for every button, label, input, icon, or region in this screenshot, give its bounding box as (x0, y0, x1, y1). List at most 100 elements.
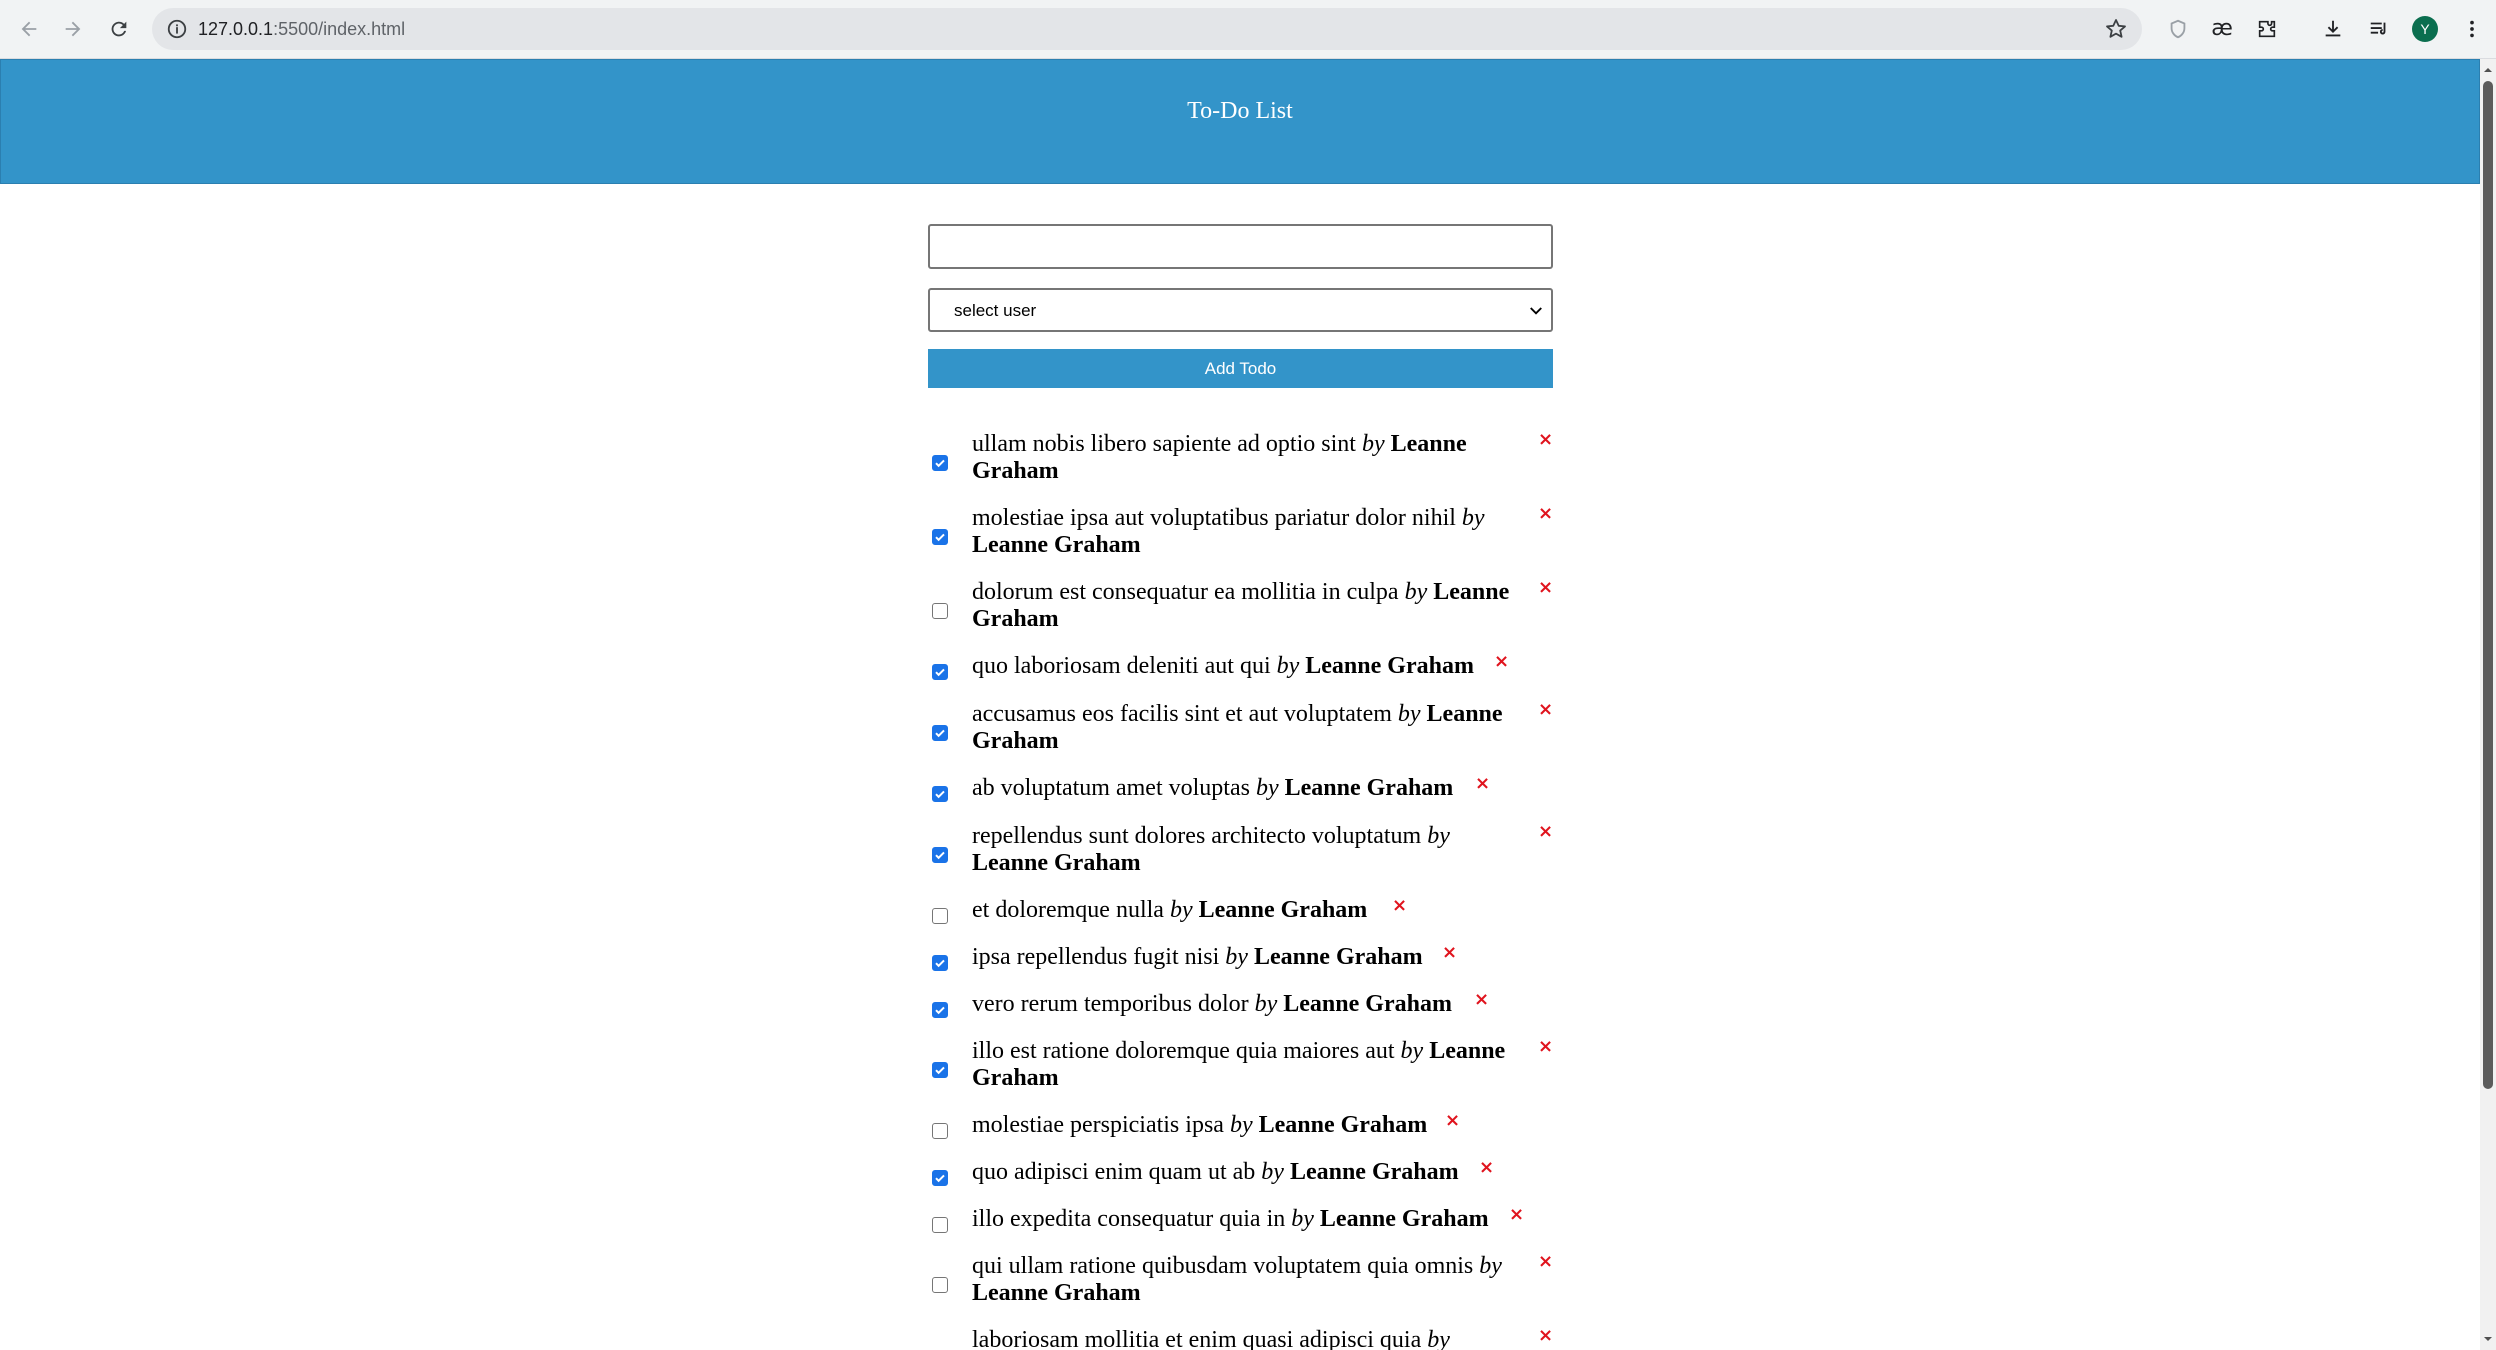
checkmark-icon (935, 1006, 945, 1015)
todo-complete-checkbox[interactable] (932, 1277, 948, 1293)
todo-by-label: by (1225, 944, 1248, 970)
delete-todo-icon[interactable]: × (1474, 990, 1489, 1010)
back-arrow-icon (21, 21, 37, 37)
delete-todo-icon[interactable]: × (1442, 943, 1457, 963)
checkmark-icon (935, 1174, 945, 1183)
todo-title: vero rerum temporibus dolor (972, 991, 1249, 1017)
delete-todo-icon[interactable]: × (1475, 774, 1490, 794)
todo-user-name: Leanne Graham (972, 850, 1141, 876)
todo-by-label: by (1169, 897, 1193, 923)
todo-complete-checkbox[interactable] (932, 529, 948, 545)
chevron-down-icon (1530, 307, 1542, 315)
bookmark-star-icon[interactable] (2104, 17, 2128, 41)
delete-todo-icon[interactable]: × (1538, 504, 1553, 524)
todo-complete-checkbox[interactable] (932, 1217, 948, 1233)
download-icon[interactable] (2318, 14, 2348, 44)
todo-by-label: by (1404, 579, 1428, 605)
todo-by-label: by (1427, 823, 1450, 849)
todo-complete-checkbox[interactable] (932, 1002, 948, 1018)
delete-todo-icon[interactable]: × (1445, 1111, 1460, 1131)
todo-complete-checkbox[interactable] (932, 664, 948, 680)
todo-complete-checkbox[interactable] (932, 1062, 948, 1078)
todo-by-label: by (1261, 1159, 1284, 1185)
todo-by-label: by (1479, 1253, 1502, 1279)
todo-user-name: Leanne Graham (1305, 653, 1474, 679)
todo-by-label: by (1427, 1327, 1450, 1350)
todo-text: laboriosam mollitia et enim quasi adipis… (972, 1327, 1512, 1350)
todo-item: quo laboriosam deleniti aut qui by Leann… (928, 652, 1553, 685)
address-bar[interactable]: 127.0.0.1:5500/index.html (152, 8, 2142, 50)
todo-complete-checkbox[interactable] (932, 847, 948, 863)
todo-title: laboriosam mollitia et enim quasi adipis… (972, 1327, 1422, 1350)
ae-extension-icon[interactable]: æ (2207, 14, 2237, 44)
delete-todo-icon[interactable]: × (1509, 1205, 1524, 1225)
delete-todo-icon[interactable]: × (1538, 1037, 1553, 1057)
delete-todo-icon[interactable]: × (1494, 652, 1509, 672)
todo-title: et doloremque nulla (972, 897, 1164, 923)
scroll-down-arrow-icon[interactable] (2483, 1334, 2493, 1344)
todo-complete-checkbox[interactable] (932, 955, 948, 971)
url-text[interactable]: 127.0.0.1:5500/index.html (198, 17, 405, 41)
page-scrollbar[interactable] (2480, 59, 2496, 1350)
browser-menu-icon[interactable] (2457, 14, 2487, 44)
todo-title: accusamus eos facilis sint et aut volupt… (972, 701, 1392, 727)
todo-item: repellendus sunt dolores architecto volu… (928, 822, 1553, 882)
todo-title: illo est ratione doloremque quia maiores… (972, 1038, 1395, 1064)
todo-complete-checkbox[interactable] (932, 1170, 948, 1186)
page-title: To-Do List (1187, 98, 1293, 124)
todo-item: molestiae perspiciatis ipsa by Leanne Gr… (928, 1111, 1553, 1144)
todo-item: qui ullam ratione quibusdam voluptatem q… (928, 1252, 1553, 1312)
delete-todo-icon[interactable]: × (1538, 822, 1553, 842)
delete-todo-icon[interactable]: × (1538, 1326, 1553, 1346)
forward-button[interactable] (58, 14, 88, 44)
reload-button[interactable] (104, 14, 134, 44)
scrollbar-thumb[interactable] (2483, 81, 2493, 1089)
todo-title: repellendus sunt dolores architecto volu… (972, 823, 1422, 849)
todo-user-name: Leanne Graham (1319, 1206, 1489, 1232)
todo-by-label: by (1276, 653, 1300, 679)
add-todo-button[interactable]: Add Todo (928, 349, 1553, 388)
todo-complete-checkbox[interactable] (932, 455, 948, 471)
todo-complete-checkbox[interactable] (932, 603, 948, 619)
todo-user-name: Leanne Graham (1198, 897, 1368, 923)
delete-todo-icon[interactable]: × (1538, 578, 1553, 598)
media-queue-icon[interactable] (2364, 14, 2394, 44)
site-info-icon[interactable] (166, 18, 188, 40)
shield-extension-icon[interactable] (2163, 14, 2193, 44)
todo-user-name: Leanne Graham (1258, 1112, 1428, 1138)
todo-complete-checkbox[interactable] (932, 1123, 948, 1139)
reload-icon (111, 21, 127, 37)
todo-title: quo laboriosam deleniti aut qui (972, 653, 1271, 679)
todo-complete-checkbox[interactable] (932, 725, 948, 741)
scroll-up-arrow-icon[interactable] (2483, 65, 2493, 75)
todo-user-name: Leanne Graham (1284, 775, 1454, 801)
todo-title: molestiae perspiciatis ipsa (972, 1112, 1224, 1138)
checkmark-icon (935, 790, 945, 799)
todo-title: illo expedita consequatur quia in (972, 1206, 1286, 1232)
todo-item: molestiae ipsa aut voluptatibus pariatur… (928, 504, 1553, 564)
todo-user-name: Leanne Graham (972, 532, 1141, 558)
todo-complete-checkbox[interactable] (932, 908, 948, 924)
todo-text: ipsa repellendus fugit nisi by Leanne Gr… (972, 944, 1572, 971)
user-select[interactable]: select user (928, 288, 1553, 332)
todo-by-label: by (1397, 701, 1421, 727)
delete-todo-icon[interactable]: × (1538, 430, 1553, 450)
checkmark-icon (935, 533, 945, 542)
delete-todo-icon[interactable]: × (1538, 1252, 1553, 1272)
delete-todo-icon[interactable]: × (1479, 1158, 1494, 1178)
profile-avatar[interactable]: Y (2412, 16, 2438, 42)
extensions-puzzle-icon[interactable] (2252, 14, 2282, 44)
todo-complete-checkbox[interactable] (932, 786, 948, 802)
todo-user-name: Leanne Graham (1283, 991, 1452, 1017)
todo-item: illo est ratione doloremque quia maiores… (928, 1037, 1553, 1097)
delete-todo-icon[interactable]: × (1392, 896, 1407, 916)
back-button[interactable] (14, 14, 44, 44)
delete-todo-icon[interactable]: × (1538, 700, 1553, 720)
todo-user-name: Leanne Graham (972, 1280, 1141, 1306)
todo-text: dolorum est consequatur ea mollitia in c… (972, 579, 1512, 633)
todo-text: accusamus eos facilis sint et aut volupt… (972, 701, 1512, 755)
todo-title-input[interactable] (928, 224, 1553, 269)
todo-title: ullam nobis libero sapiente ad optio sin… (972, 431, 1356, 457)
todo-item: laboriosam mollitia et enim quasi adipis… (928, 1326, 1553, 1350)
todo-by-label: by (1461, 505, 1485, 531)
